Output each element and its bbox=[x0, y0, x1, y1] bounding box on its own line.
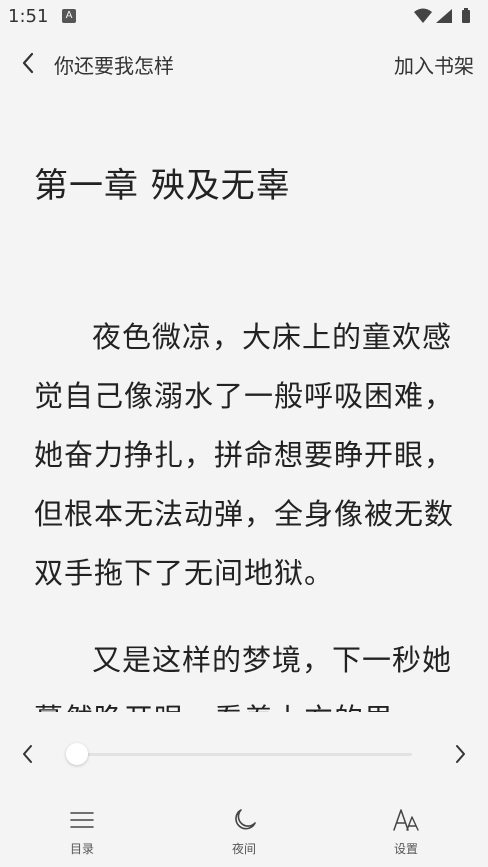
paragraph: 夜色微凉，大床上的童欢感觉自己像溺水了一般呼吸困难，她奋力挣扎，拼命想要睁开眼，… bbox=[34, 320, 455, 590]
chapter-progress-row bbox=[0, 728, 488, 780]
chevron-left-icon bbox=[23, 745, 32, 763]
toc-button[interactable]: 目录 bbox=[42, 806, 122, 864]
progress-thumb[interactable] bbox=[66, 743, 88, 765]
progress-slider[interactable] bbox=[66, 743, 412, 765]
toc-label: 目录 bbox=[69, 842, 94, 856]
chevron-left-icon bbox=[22, 52, 34, 74]
back-button[interactable] bbox=[14, 48, 44, 78]
reader-bottom-bar: 目录 夜间 设置 bbox=[0, 800, 488, 867]
chapter-content: 夜色微凉，大床上的童欢感觉自己像溺水了一般呼吸困难，她奋力挣扎，拼命想要睁开眼，… bbox=[34, 308, 460, 712]
status-bar: 1:51 A bbox=[0, 0, 488, 34]
reader-top-bar: 你还要我怎样 加入书架 bbox=[0, 40, 488, 86]
night-mode-button[interactable]: 夜间 bbox=[204, 806, 284, 864]
night-mode-label: 夜间 bbox=[231, 842, 256, 856]
chevron-right-icon bbox=[456, 745, 465, 763]
add-to-shelf-button[interactable]: 加入书架 bbox=[394, 50, 474, 79]
menu-icon bbox=[70, 812, 94, 828]
notification-icon: A bbox=[62, 9, 76, 23]
book-title: 你还要我怎样 bbox=[54, 54, 174, 78]
system-icons bbox=[412, 7, 480, 25]
previous-chapter-button[interactable] bbox=[14, 740, 42, 768]
next-chapter-button[interactable] bbox=[446, 740, 474, 768]
moon-icon bbox=[235, 809, 256, 830]
signal-icon bbox=[436, 9, 452, 23]
paragraph: 又是这样的梦境，下一秒她蓦然睁开眼，看着上方的男 bbox=[34, 643, 453, 712]
chapter-title: 第一章 殃及无辜 bbox=[34, 166, 291, 206]
wifi-icon bbox=[414, 8, 432, 23]
font-settings-icon bbox=[393, 809, 419, 831]
battery-icon bbox=[462, 8, 470, 23]
settings-label: 设置 bbox=[393, 842, 418, 856]
settings-button[interactable]: 设置 bbox=[366, 806, 446, 864]
status-time: 1:51 bbox=[8, 6, 49, 27]
